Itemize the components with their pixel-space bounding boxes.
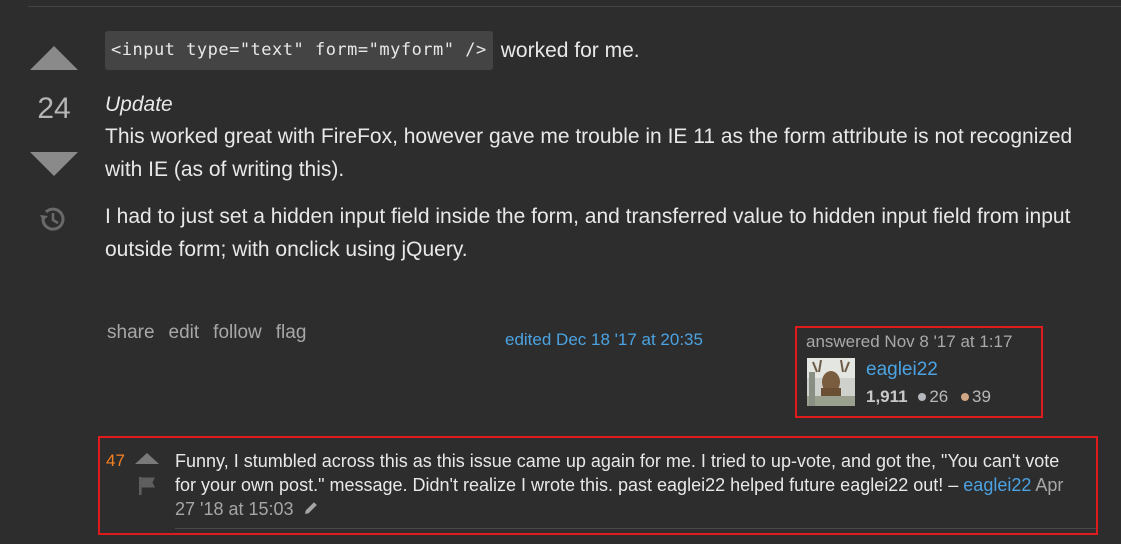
pencil-icon[interactable] [303,498,319,522]
follow-link[interactable]: follow [213,322,262,344]
user-card: answered Nov 8 '17 at 1:17 eaglei22 1,91… [795,326,1043,418]
share-link[interactable]: share [107,322,155,344]
user-stats: 1,911 26 39 [866,387,991,407]
comment: 47 Funny, I stumbled across this as this… [98,436,1098,535]
comment-body: Funny, I stumbled across this as this is… [175,449,1070,522]
edited-timestamp-link[interactable]: edited Dec 18 '17 at 20:35 [505,330,703,350]
downvote-arrow-icon[interactable] [30,152,78,176]
history-icon[interactable] [38,204,68,234]
vote-count: 24 [37,92,71,125]
code-snippet: <input type="text" form="myform" /> [105,30,493,70]
edit-link[interactable]: edit [169,322,200,344]
paragraph: I had to just set a hidden input field i… [105,205,1071,261]
paragraph: This worked great with FireFox, however … [105,125,1073,181]
comment-divider [175,528,1096,529]
upvote-arrow-icon[interactable] [30,46,78,70]
answered-timestamp: answered Nov 8 '17 at 1:17 [806,332,1013,351]
flag-icon[interactable] [138,476,158,496]
top-divider [28,6,1121,7]
code-line: <input type="text" form="myform" /> work… [105,30,1105,70]
post-menu: share edit follow flag [107,322,306,344]
silver-badge-count: 26 [929,387,949,406]
reputation-score: 1,911 [866,387,908,406]
username-link[interactable]: eaglei22 [866,359,938,381]
silver-badge-icon [918,392,927,401]
comment-upvote-icon[interactable] [135,453,159,464]
bronze-badge-count: 39 [972,387,991,406]
comment-score: 47 [106,451,125,470]
comment-user-link[interactable]: eaglei22 [963,475,1031,495]
answer-body: <input type="text" form="myform" /> work… [105,30,1105,266]
code-suffix-text: worked for me. [500,38,640,62]
update-heading: Update [105,93,173,116]
comment-text: Funny, I stumbled across this as this is… [175,451,1060,495]
avatar[interactable] [807,358,855,406]
flag-link[interactable]: flag [276,322,307,344]
bronze-badge-icon [961,392,969,401]
